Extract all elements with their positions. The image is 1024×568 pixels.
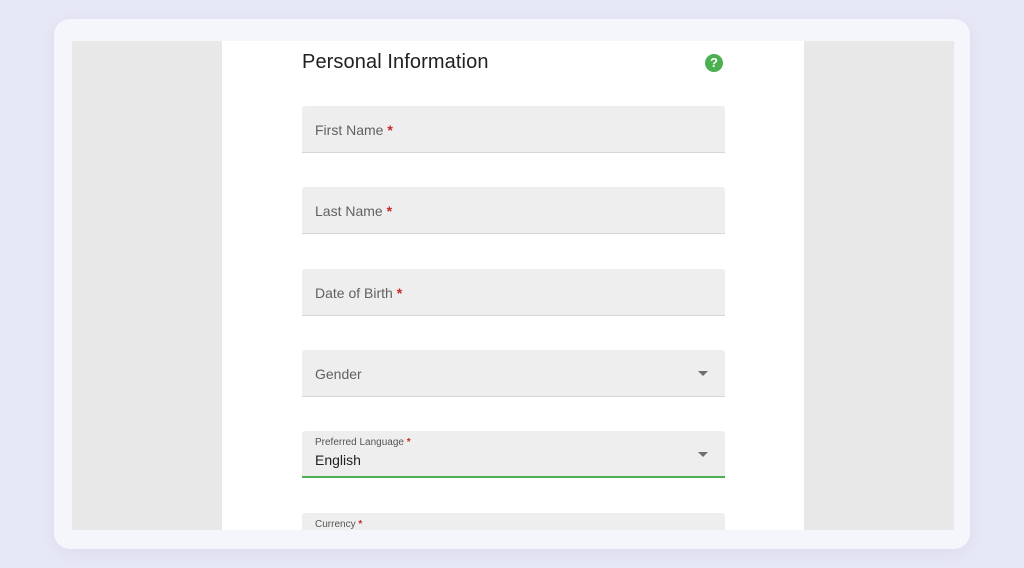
first-name-field[interactable]: First Name * [302,106,725,153]
first-name-label: First Name * [315,122,393,138]
browser-viewport: Personal Information ? First Name * Last… [72,41,954,530]
required-mark: * [387,122,393,138]
last-name-field[interactable]: Last Name * [302,187,725,234]
required-mark: * [406,437,411,448]
date-of-birth-label: Date of Birth * [315,285,403,301]
gender-label: Gender [315,366,362,382]
gender-select[interactable]: Gender [302,350,725,397]
required-mark: * [386,203,393,219]
date-of-birth-field[interactable]: Date of Birth * [302,269,725,316]
form-panel: Personal Information ? First Name * Last… [222,41,804,530]
preferred-language-label: Preferred Language * [315,437,411,448]
last-name-label: Last Name * [315,203,393,219]
page-title: Personal Information [302,51,489,73]
required-mark: * [396,285,403,301]
screenshot-frame: Personal Information ? First Name * Last… [54,19,970,549]
currency-label: Currency * [315,519,363,530]
help-icon[interactable]: ? [705,54,723,72]
required-mark: * [358,519,363,530]
chevron-down-icon[interactable] [698,371,708,376]
currency-select[interactable]: Currency * [302,513,725,530]
preferred-language-select[interactable]: Preferred Language * English [302,431,725,478]
chevron-down-icon[interactable] [698,452,708,457]
preferred-language-value: English [315,452,361,468]
